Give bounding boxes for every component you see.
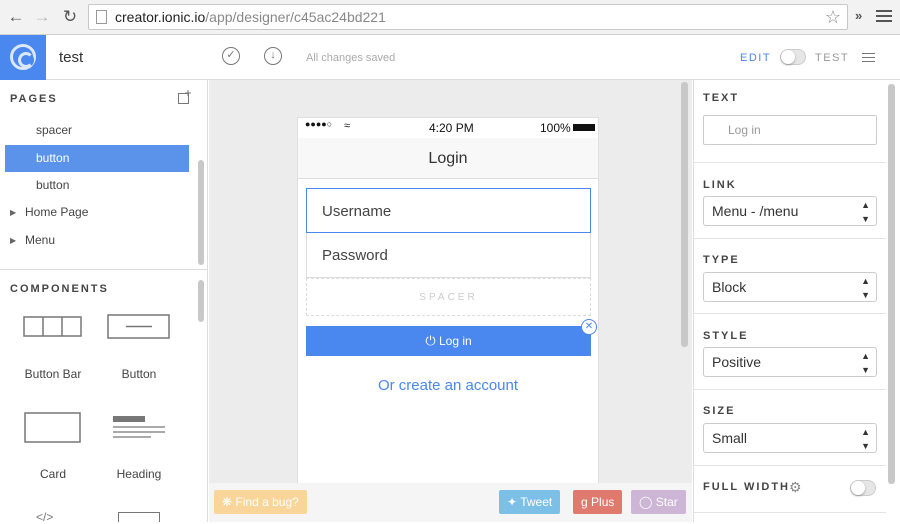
card-icon: [24, 412, 81, 443]
download-icon[interactable]: ↓: [264, 47, 282, 65]
preview-check-icon[interactable]: ✓: [222, 47, 240, 65]
page-item-home-page[interactable]: ▶ Home Page: [5, 199, 189, 226]
twitter-icon: ✦: [507, 495, 518, 509]
section-divider: [694, 465, 886, 466]
style-section-title: STYLE: [703, 330, 749, 342]
github-star-button[interactable]: ◯ Star: [631, 490, 686, 514]
google-plus-button[interactable]: g Plus: [573, 490, 623, 514]
component-button[interactable]: Button: [94, 314, 184, 381]
battery-percent: 100%: [540, 121, 571, 135]
pages-title: PAGES: [10, 93, 58, 105]
section-divider: [694, 389, 886, 390]
phone-nav-title: Login: [298, 138, 598, 179]
browser-menu-icon[interactable]: [876, 10, 892, 25]
style-select[interactable]: Positive ▲ ▼: [703, 347, 877, 377]
power-icon: ⏻: [425, 333, 436, 348]
save-status: All changes saved: [306, 52, 396, 64]
create-account-link[interactable]: Or create an account: [298, 377, 598, 394]
help-settings-icon[interactable]: ⚙: [789, 479, 802, 496]
app-menu-icon[interactable]: [862, 53, 875, 65]
link-section-title: LINK: [703, 179, 737, 191]
edit-mode-label[interactable]: EDIT: [740, 52, 771, 64]
signal-dots-icon: ●●●●○: [305, 119, 333, 129]
select-arrows-icon: ▲ ▼: [861, 351, 870, 375]
panel-divider: [0, 269, 207, 270]
full-width-toggle[interactable]: [850, 480, 876, 496]
expand-triangle-icon[interactable]: ▶: [10, 199, 16, 226]
edit-test-toggle[interactable]: [780, 49, 806, 65]
phone-preview: ●●●●○ ≈ 4:20 PM 100% Login Username Pass…: [297, 117, 599, 487]
browser-toolbar: ← → ↻ creator.ionic.io/app/designer/c45a…: [0, 0, 900, 35]
components-title: COMPONENTS: [10, 283, 109, 295]
section-divider: [694, 162, 886, 163]
properties-panel: TEXT Log in LINK Menu - /menu ▲ ▼ TYPE Blo…: [693, 80, 900, 522]
forward-arrow-icon[interactable]: →: [32, 7, 52, 27]
login-button[interactable]: ⏻ Log in: [306, 326, 591, 356]
remove-component-icon[interactable]: ✕: [581, 319, 597, 335]
page-icon: [96, 10, 107, 24]
github-icon: ◯: [639, 495, 653, 509]
section-divider: [694, 313, 886, 314]
expand-triangle-icon[interactable]: ▶: [10, 227, 16, 254]
button-bar-icon: [23, 316, 82, 337]
page-item-menu[interactable]: ▶ Menu: [5, 227, 189, 254]
page-item-spacer[interactable]: spacer: [5, 117, 189, 144]
url-host: creator.ionic.io: [115, 9, 206, 25]
test-mode-label[interactable]: TEST: [815, 52, 849, 64]
select-arrows-icon: ▲ ▼: [861, 200, 870, 224]
type-select[interactable]: Block ▲ ▼: [703, 272, 877, 302]
text-section-title: TEXT: [703, 92, 740, 104]
back-arrow-icon[interactable]: ←: [6, 7, 26, 27]
section-divider: [694, 512, 886, 513]
pages-scrollbar[interactable]: [198, 160, 204, 265]
bug-icon: ❋: [222, 495, 233, 509]
google-plus-icon: g: [581, 495, 588, 509]
components-scrollbar[interactable]: [198, 280, 204, 322]
button-icon: [107, 314, 170, 339]
size-section-title: SIZE: [703, 405, 736, 417]
reload-icon[interactable]: ↻: [60, 7, 80, 27]
ionic-creator-logo[interactable]: [0, 35, 46, 80]
component-button-bar[interactable]: Button Bar: [8, 314, 98, 381]
app-header: test ✓ ↓ All changes saved EDIT TEST: [0, 35, 900, 80]
component-heading[interactable]: Heading: [94, 412, 184, 481]
bookmark-star-icon[interactable]: ☆: [825, 7, 841, 28]
page-item-button[interactable]: button: [5, 172, 189, 199]
select-arrows-icon: ▲ ▼: [861, 427, 870, 451]
design-canvas: ●●●●○ ≈ 4:20 PM 100% Login Username Pass…: [209, 80, 692, 522]
phone-status-bar: ●●●●○ ≈ 4:20 PM 100%: [298, 118, 598, 138]
size-select[interactable]: Small ▲ ▼: [703, 423, 877, 453]
username-field[interactable]: Username: [306, 188, 591, 233]
spacer-component[interactable]: SPACER: [306, 278, 591, 316]
extensions-chevron-icon[interactable]: »: [855, 8, 862, 23]
address-bar[interactable]: creator.ionic.io/app/designer/c45ac24bd2…: [88, 4, 848, 30]
image-component-icon[interactable]: [118, 512, 160, 522]
wifi-icon: ≈: [344, 120, 351, 132]
properties-scrollbar[interactable]: [888, 84, 895, 484]
password-field[interactable]: Password: [306, 233, 591, 278]
component-card[interactable]: Card: [8, 412, 98, 481]
battery-icon: [573, 124, 595, 131]
find-bug-button[interactable]: ❋ Find a bug?: [214, 490, 307, 514]
status-time: 4:20 PM: [429, 121, 474, 135]
add-page-icon[interactable]: [178, 90, 192, 104]
select-arrows-icon: ▲ ▼: [861, 276, 870, 300]
heading-icon: [113, 416, 165, 438]
project-name[interactable]: test: [59, 49, 83, 66]
tweet-button[interactable]: ✦ Tweet: [499, 490, 561, 514]
link-select[interactable]: Menu - /menu ▲ ▼: [703, 196, 877, 226]
page-item-button-selected[interactable]: button: [5, 145, 189, 172]
left-panel: PAGES spacer button button ▶ Home Page ▶ M…: [0, 80, 208, 524]
type-section-title: TYPE: [703, 254, 740, 266]
text-input[interactable]: Log in: [703, 115, 877, 145]
canvas-scrollbar[interactable]: [681, 82, 688, 347]
section-divider: [694, 238, 886, 239]
url-path: /app/designer/c45ac24bd221: [205, 9, 386, 25]
full-width-title: FULL WIDTH: [703, 481, 791, 493]
